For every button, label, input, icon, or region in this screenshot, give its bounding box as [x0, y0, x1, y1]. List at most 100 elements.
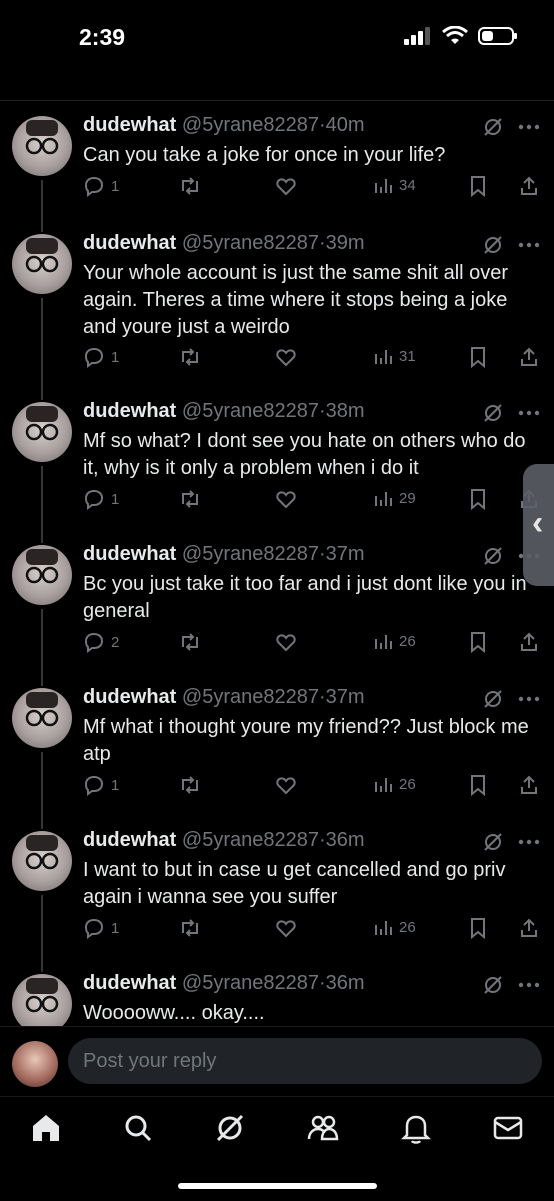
tweet[interactable]: dudewhat @5yrane82287·37m Bc you just ta…	[0, 533, 554, 676]
bookmark-button[interactable]	[469, 346, 487, 368]
like-button[interactable]	[275, 175, 297, 197]
display-name[interactable]: dudewhat	[83, 972, 176, 994]
handle[interactable]: @5yrane82287	[182, 400, 319, 422]
repost-button[interactable]	[178, 774, 202, 796]
display-name[interactable]: dudewhat	[83, 686, 176, 708]
bookmark-icon	[469, 631, 487, 653]
reply-button[interactable]: 1	[83, 774, 119, 796]
avatar[interactable]	[12, 116, 72, 176]
display-name[interactable]: dudewhat	[83, 829, 176, 851]
share-button[interactable]	[519, 175, 539, 197]
bookmark-button[interactable]	[469, 917, 487, 939]
side-panel-handle[interactable]: ‹	[523, 464, 554, 586]
more-icon[interactable]	[518, 696, 540, 702]
avatar[interactable]	[12, 831, 72, 891]
bookmark-button[interactable]	[469, 774, 487, 796]
timestamp[interactable]: 37m	[326, 543, 365, 565]
reply-button[interactable]: 1	[83, 175, 119, 197]
messages-icon[interactable]	[491, 1111, 525, 1145]
avatar[interactable]	[12, 234, 72, 294]
handle[interactable]: @5yrane82287	[182, 543, 319, 565]
reply-button[interactable]: 1	[83, 917, 119, 939]
like-button[interactable]	[275, 346, 297, 368]
tweet[interactable]: dudewhat @5yrane82287·38m Mf so what? I …	[0, 390, 554, 533]
share-button[interactable]	[519, 631, 539, 653]
display-name[interactable]: dudewhat	[83, 114, 176, 136]
bookmark-icon	[469, 175, 487, 197]
grok-icon[interactable]	[482, 234, 504, 256]
more-icon[interactable]	[518, 982, 540, 988]
tweet[interactable]: dudewhat @5yrane82287·37m Mf what i thou…	[0, 676, 554, 819]
reply-button[interactable]: 2	[83, 631, 119, 653]
handle[interactable]: @5yrane82287	[182, 686, 319, 708]
like-button[interactable]	[275, 774, 297, 796]
like-button[interactable]	[275, 917, 297, 939]
avatar[interactable]	[12, 974, 72, 1026]
timestamp[interactable]: 36m	[326, 972, 365, 994]
user-avatar[interactable]	[12, 1041, 58, 1087]
views-button[interactable]: 26	[373, 631, 416, 651]
more-icon[interactable]	[518, 839, 540, 845]
repost-button[interactable]	[178, 175, 202, 197]
home-icon[interactable]	[29, 1111, 63, 1145]
bookmark-button[interactable]	[469, 175, 487, 197]
views-button[interactable]: 26	[373, 774, 416, 794]
display-name[interactable]: dudewhat	[83, 400, 176, 422]
avatar[interactable]	[12, 688, 72, 748]
separator: ·	[318, 829, 326, 851]
grok-icon[interactable]	[482, 688, 504, 710]
repost-button[interactable]	[178, 917, 202, 939]
grok-icon[interactable]	[482, 974, 504, 996]
reply-button[interactable]: 1	[83, 346, 119, 368]
grok-icon[interactable]	[482, 831, 504, 853]
avatar[interactable]	[12, 402, 72, 462]
timestamp[interactable]: 38m	[326, 400, 365, 422]
views-button[interactable]: 31	[373, 346, 416, 366]
views-button[interactable]: 29	[373, 488, 416, 508]
tweet-top-icons	[482, 116, 540, 138]
repost-button[interactable]	[178, 346, 202, 368]
grok-icon[interactable]	[213, 1111, 247, 1145]
grok-icon[interactable]	[482, 545, 504, 567]
thread[interactable]: dudewhat @5yrane82287·40m Can you take a…	[0, 104, 554, 1026]
timestamp[interactable]: 36m	[326, 829, 365, 851]
display-name[interactable]: dudewhat	[83, 543, 176, 565]
grok-icon[interactable]	[482, 116, 504, 138]
handle[interactable]: @5yrane82287	[182, 232, 319, 254]
tweet[interactable]: dudewhat @5yrane82287·36m Wooooww.... ok…	[0, 962, 554, 1026]
bookmark-button[interactable]	[469, 631, 487, 653]
share-button[interactable]	[519, 774, 539, 796]
tweet[interactable]: dudewhat @5yrane82287·39m Your whole acc…	[0, 222, 554, 390]
notifications-icon[interactable]	[399, 1111, 433, 1145]
timestamp[interactable]: 39m	[326, 232, 365, 254]
avatar[interactable]	[12, 545, 72, 605]
thread-line	[41, 466, 43, 533]
handle[interactable]: @5yrane82287	[182, 829, 319, 851]
tweet-actions: 1 31	[83, 346, 543, 372]
more-icon[interactable]	[518, 410, 540, 416]
more-icon[interactable]	[518, 242, 540, 248]
bookmark-button[interactable]	[469, 488, 487, 510]
timestamp[interactable]: 40m	[326, 114, 365, 136]
display-name[interactable]: dudewhat	[83, 232, 176, 254]
repost-button[interactable]	[178, 631, 202, 653]
grok-icon[interactable]	[482, 402, 504, 424]
views-button[interactable]: 34	[373, 175, 416, 195]
views-button[interactable]: 26	[373, 917, 416, 937]
more-icon[interactable]	[518, 124, 540, 130]
thread-line	[41, 390, 43, 400]
like-button[interactable]	[275, 631, 297, 653]
search-icon[interactable]	[121, 1111, 155, 1145]
reply-button[interactable]: 1	[83, 488, 119, 510]
repost-button[interactable]	[178, 488, 202, 510]
timestamp[interactable]: 37m	[326, 686, 365, 708]
handle[interactable]: @5yrane82287	[182, 114, 319, 136]
tweet[interactable]: dudewhat @5yrane82287·40m Can you take a…	[0, 104, 554, 222]
like-button[interactable]	[275, 488, 297, 510]
communities-icon[interactable]	[306, 1111, 340, 1145]
tweet[interactable]: dudewhat @5yrane82287·36m I want to but …	[0, 819, 554, 962]
handle[interactable]: @5yrane82287	[182, 972, 319, 994]
reply-input[interactable]: Post your reply	[68, 1038, 542, 1084]
share-button[interactable]	[519, 917, 539, 939]
share-button[interactable]	[519, 346, 539, 368]
